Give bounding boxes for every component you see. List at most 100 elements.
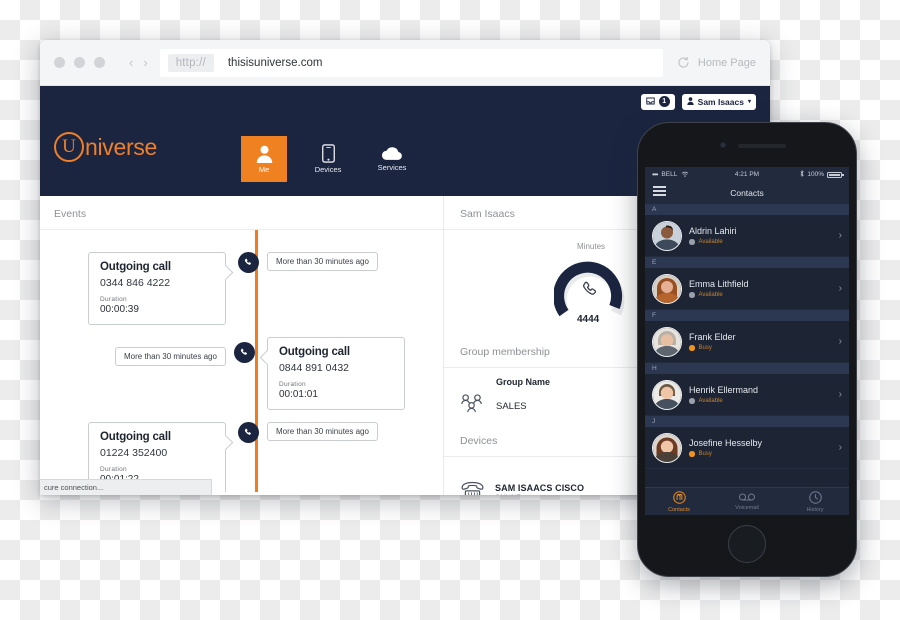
- phone-bottom-bezel: [638, 515, 856, 573]
- phone-screen-title: Contacts: [730, 188, 764, 198]
- chevron-right-icon[interactable]: ›: [839, 283, 842, 294]
- event-duration-value: 00:00:39: [100, 304, 139, 315]
- home-button[interactable]: [728, 525, 766, 563]
- status-dot-icon: [689, 451, 695, 457]
- event-kind: Outgoing call: [100, 431, 171, 443]
- event-card[interactable]: Outgoing call 0844 891 0432 Duration 00:…: [266, 337, 405, 410]
- gauge-extension: 4444: [577, 314, 600, 325]
- nav-tab-services-label: Services: [377, 163, 407, 172]
- maximize-window-button[interactable]: [94, 57, 105, 68]
- timeline-row[interactable]: Outgoing call 0344 846 4222 Duration 00:…: [88, 252, 378, 325]
- gauge-label: Minutes: [577, 242, 606, 251]
- contact-info: Frank Elder Busy: [689, 332, 832, 351]
- contact-name: Josefine Hesselby: [689, 438, 763, 449]
- minimize-window-button[interactable]: [74, 57, 85, 68]
- home-page-label[interactable]: Home Page: [698, 57, 756, 69]
- event-number: 01224 352400: [100, 447, 168, 459]
- address-bar[interactable]: http:// thisisuniverse.com: [159, 48, 663, 77]
- status-bar-right: 100%: [759, 170, 844, 179]
- phone-screen: ••• BELL 4:21 PM 100% Contacts A Aldrin …: [645, 167, 849, 515]
- person-icon: [256, 145, 273, 163]
- battery-icon: [827, 171, 844, 178]
- avatar: [652, 220, 682, 251]
- avatar: [652, 273, 682, 304]
- front-camera-icon: [720, 142, 726, 148]
- nav-tab-devices[interactable]: Devices: [305, 136, 351, 182]
- inbox-pill[interactable]: 1: [640, 93, 675, 110]
- tab-voicemail[interactable]: Voicemail: [713, 488, 781, 515]
- phone-nav-bar: Contacts: [645, 182, 849, 204]
- contact-list-item[interactable]: Emma Lithfield Available ›: [645, 268, 849, 310]
- tab-history[interactable]: History: [781, 488, 849, 515]
- contacts-icon: [672, 490, 686, 506]
- contact-status-label: Available: [698, 238, 723, 245]
- contact-list-item[interactable]: Aldrin Lahiri Available ›: [645, 215, 849, 257]
- battery-percent-label: 100%: [807, 171, 824, 178]
- contact-status-label: Busy: [698, 450, 712, 457]
- tab-contacts[interactable]: Contacts: [645, 488, 713, 515]
- voicemail-icon: [739, 492, 755, 504]
- contacts-section-letter: H: [645, 363, 849, 374]
- contact-list-item[interactable]: Henrik Ellermand Available ›: [645, 374, 849, 416]
- events-column: Events Outgoing call 0344 846 4222 Durat…: [40, 196, 444, 495]
- browser-chrome: ‹ › http:// thisisuniverse.com Home Page: [40, 40, 770, 86]
- phone-tab-bar[interactable]: Contacts Voicemail History: [645, 487, 849, 515]
- phone-top-bezel: [638, 123, 856, 167]
- chevron-right-icon[interactable]: ›: [839, 336, 842, 347]
- window-traffic-lights[interactable]: [54, 57, 105, 68]
- inbox-icon: [645, 97, 655, 107]
- event-card[interactable]: Outgoing call 0344 846 4222 Duration 00:…: [88, 252, 226, 325]
- contact-info: Aldrin Lahiri Available: [689, 226, 832, 245]
- hamburger-menu-icon[interactable]: [653, 186, 666, 198]
- carrier-label: BELL: [661, 171, 678, 178]
- user-menu-name: Sam Isaacs: [697, 96, 744, 107]
- contacts-section-letter: J: [645, 416, 849, 427]
- chevron-right-icon[interactable]: ›: [839, 442, 842, 453]
- contact-name: Frank Elder: [689, 332, 736, 343]
- forward-arrow-icon[interactable]: ›: [143, 55, 147, 70]
- timeline-row[interactable]: More than 30 minutes ago Outgoing call 0…: [115, 337, 405, 410]
- status-dot-icon: [689, 345, 695, 351]
- mobile-phone-mockup: ••• BELL 4:21 PM 100% Contacts A Aldrin …: [637, 122, 857, 577]
- universe-logo[interactable]: U niverse: [54, 132, 157, 162]
- nav-tab-services[interactable]: Services: [369, 136, 415, 182]
- phone-icon: [244, 424, 253, 442]
- browser-nav-arrows[interactable]: ‹ ›: [129, 55, 148, 70]
- inbox-count-badge: 1: [658, 96, 670, 107]
- close-window-button[interactable]: [54, 57, 65, 68]
- chevron-right-icon[interactable]: ›: [839, 230, 842, 241]
- contact-list-item[interactable]: Josefine Hesselby Busy ›: [645, 427, 849, 469]
- nav-tab-me[interactable]: Me: [241, 136, 288, 182]
- url-scheme-chip: http://: [167, 53, 214, 72]
- nav-tab-me-label: Me: [258, 164, 270, 174]
- chevron-right-icon[interactable]: ›: [839, 389, 842, 400]
- back-arrow-icon[interactable]: ‹: [129, 55, 133, 70]
- user-icon: [687, 96, 694, 107]
- reload-icon[interactable]: [677, 56, 690, 69]
- cloud-icon: [381, 146, 403, 161]
- event-time-chip: More than 30 minutes ago: [267, 422, 378, 441]
- contact-status-label: Busy: [698, 344, 712, 351]
- contact-name: Henrik Ellermand: [689, 385, 759, 396]
- url-input[interactable]: thisisuniverse.com: [228, 57, 323, 69]
- status-dot-icon: [689, 292, 695, 298]
- earpiece-speaker: [738, 144, 786, 148]
- contact-status-label: Available: [698, 291, 723, 298]
- user-menu-pill[interactable]: Sam Isaacs ▾: [681, 93, 756, 110]
- events-timeline: Outgoing call 0344 846 4222 Duration 00:…: [40, 230, 443, 492]
- contact-status: Busy: [689, 451, 832, 457]
- contact-info: Emma Lithfield Available: [689, 279, 832, 298]
- event-time-chip: More than 30 minutes ago: [115, 347, 226, 366]
- contact-info: Henrik Ellermand Available: [689, 385, 832, 404]
- app-main-nav[interactable]: Me Devices Services: [241, 112, 433, 182]
- status-dot-icon: [689, 239, 695, 245]
- logo-u-mark: U: [54, 132, 84, 162]
- tab-history-label: History: [806, 506, 824, 513]
- event-time-chip: More than 30 minutes ago: [267, 252, 378, 271]
- contact-list-item[interactable]: Frank Elder Busy ›: [645, 321, 849, 363]
- contact-status: Available: [689, 292, 832, 298]
- device-status: ONLINE: [495, 494, 584, 495]
- event-duration-label: Duration: [100, 296, 127, 303]
- contact-status-label: Available: [698, 397, 723, 404]
- contact-name: Emma Lithfield: [689, 279, 749, 290]
